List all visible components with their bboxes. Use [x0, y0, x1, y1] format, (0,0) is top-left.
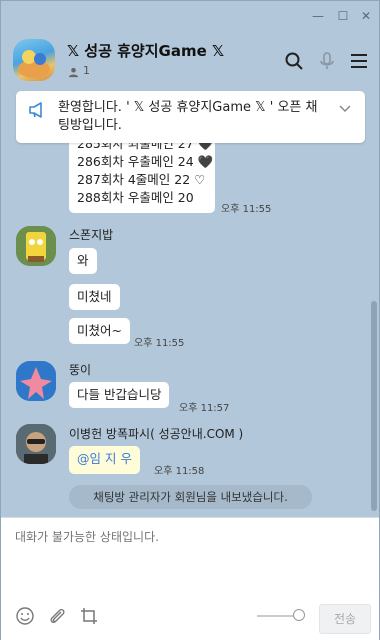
avatar-lee[interactable] — [16, 424, 56, 464]
search-icon[interactable] — [284, 51, 304, 71]
chat-scrollbar[interactable] — [371, 301, 377, 511]
title-bar: — ☐ ✕ — [1, 1, 379, 31]
megaphone-icon — [29, 102, 42, 118]
sender-name[interactable]: 이병헌 방폭파시( 성공안내.COM ) — [69, 425, 243, 442]
message-bubble-mention[interactable]: @임 지 우 — [69, 446, 140, 474]
menu-icon[interactable] — [349, 51, 369, 71]
room-avatar-image — [18, 50, 50, 78]
list-line: 286회차 우출메인 24 🖤 — [77, 154, 214, 169]
spongebob-avatar-image — [16, 226, 56, 266]
notice-text: 환영합니다. ' 𝕏 성공 휴양지Game 𝕏 ' 오픈 채팅방입니다. — [58, 100, 318, 133]
avatar-spongebob[interactable] — [16, 226, 56, 266]
chat-header: 𝕏 성공 휴양지Game 𝕏 1 — [1, 31, 379, 87]
lee-avatar-image — [16, 424, 56, 464]
message-bubble[interactable]: 미쳤어~ — [69, 318, 130, 344]
chat-window: — ☐ ✕ 𝕏 성공 휴양지Game 𝕏 1 환영합니다. ' 𝕏 성공 휴양지… — [0, 0, 380, 640]
message-list[interactable]: 285회차 쇠출메인 27 🖤 286회차 우출메인 24 🖤 287회차 4줄… — [1, 87, 373, 517]
input-area: 전송 — [1, 517, 379, 640]
member-count[interactable]: 1 — [83, 64, 90, 77]
microphone-icon[interactable] — [317, 51, 337, 71]
message-time: 오후 11:58 — [154, 466, 205, 477]
message-bubble[interactable]: 와 — [69, 248, 97, 274]
notice-banner[interactable]: 환영합니다. ' 𝕏 성공 휴양지Game 𝕏 ' 오픈 채팅방입니다. — [16, 91, 365, 143]
attach-icon[interactable] — [47, 606, 67, 626]
message-bubble[interactable]: 미쳤네 — [69, 284, 120, 310]
system-message: 채팅방 관리자가 회원님을 내보냈습니다. — [69, 485, 312, 509]
list-line: 288회차 우출메인 20 — [77, 190, 194, 205]
sender-name[interactable]: 스폰지밥 — [69, 226, 113, 243]
list-line: 287회차 4줄메인 22 ♡ — [77, 172, 206, 187]
message-input[interactable] — [15, 528, 355, 588]
avatar-patrick[interactable] — [16, 361, 56, 401]
slider-track[interactable] — [257, 615, 297, 617]
emoji-icon[interactable] — [15, 606, 35, 626]
send-button[interactable]: 전송 — [319, 604, 371, 634]
message-time: 오후 11:55 — [221, 204, 272, 215]
room-avatar[interactable] — [13, 39, 55, 81]
message-time: 오후 11:57 — [179, 403, 230, 414]
member-icon — [68, 67, 79, 78]
sender-name[interactable]: 뚱이 — [69, 361, 91, 378]
chevron-down-icon[interactable] — [338, 104, 352, 114]
patrick-avatar-image — [16, 361, 56, 401]
minimize-button[interactable]: — — [309, 7, 327, 25]
crop-icon[interactable] — [79, 606, 99, 626]
maximize-button[interactable]: ☐ — [334, 7, 352, 25]
slider-knob[interactable] — [293, 609, 305, 621]
close-button[interactable]: ✕ — [357, 7, 375, 25]
room-title[interactable]: 𝕏 성공 휴양지Game 𝕏 — [67, 40, 224, 61]
message-time: 오후 11:55 — [134, 338, 185, 349]
message-bubble[interactable]: 다들 반갑습니당 — [69, 382, 170, 408]
